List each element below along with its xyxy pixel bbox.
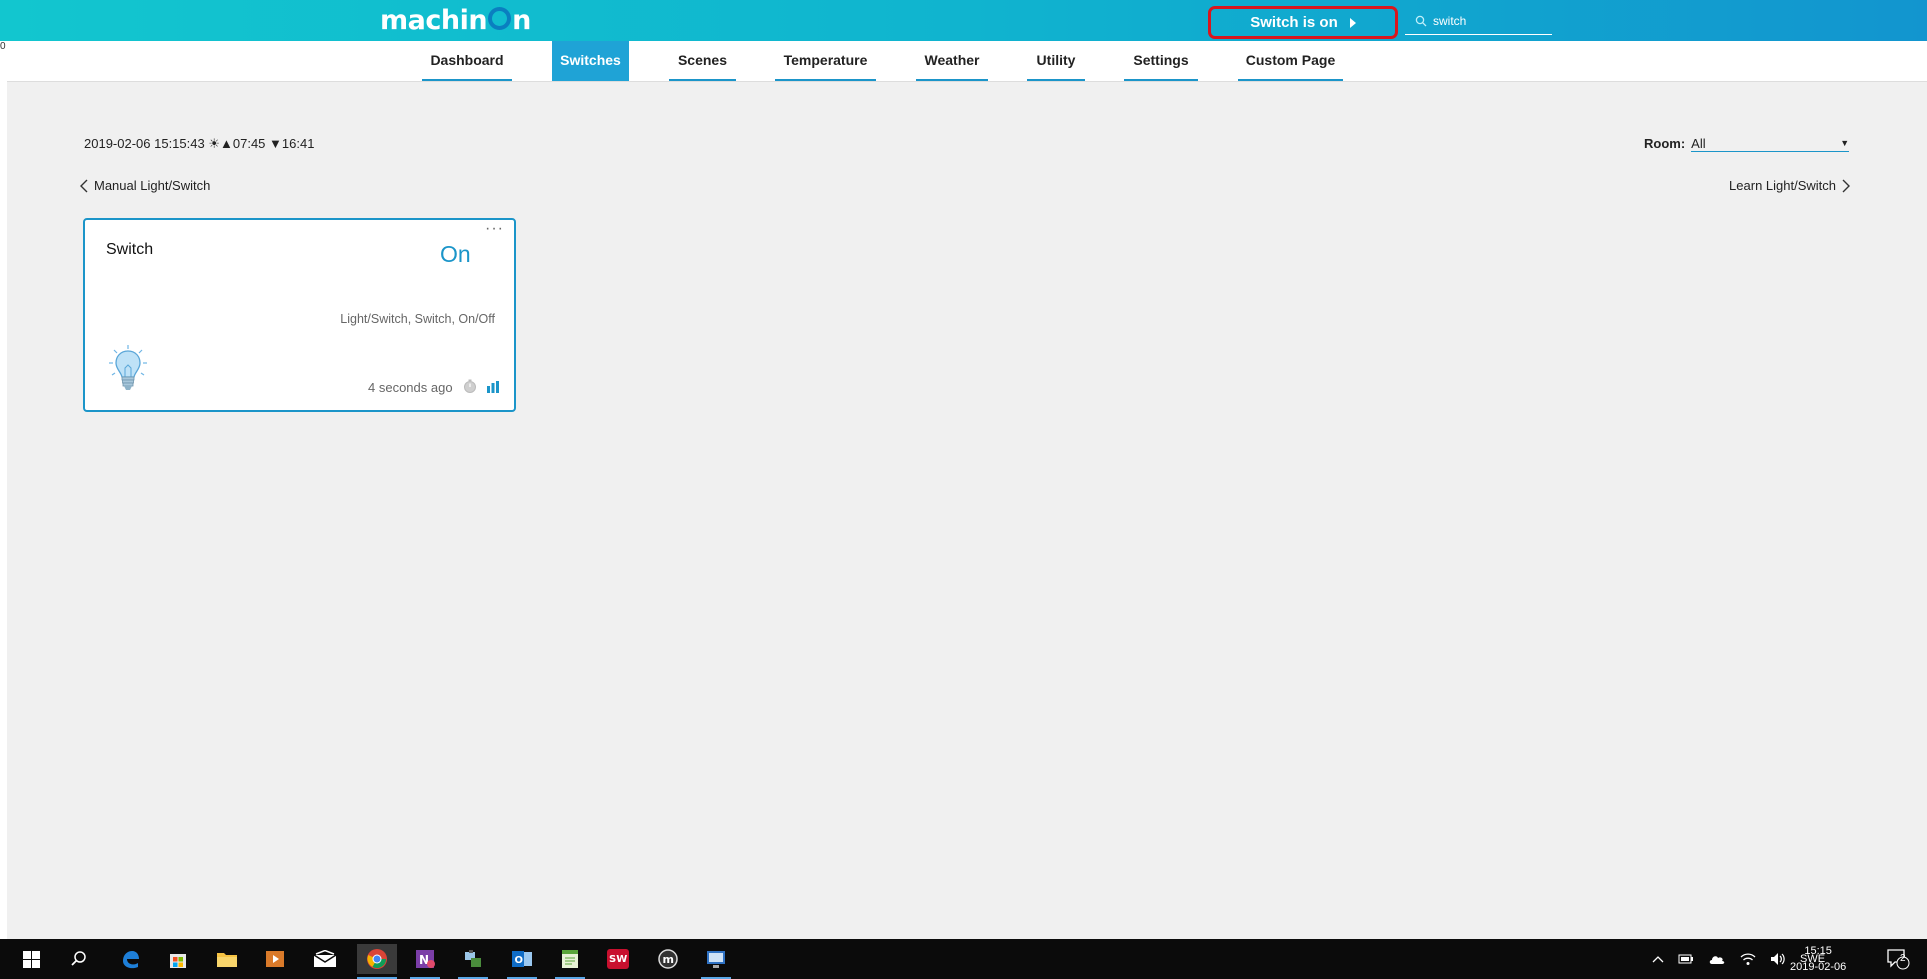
start-button[interactable]: [16, 944, 46, 974]
machinon-app-icon: m: [658, 949, 678, 969]
device-card[interactable]: Switch On ··· Light/Switch, Switch, On/O…: [83, 218, 516, 412]
windows-logo-icon: [22, 950, 40, 968]
battery-icon[interactable]: [1678, 953, 1694, 965]
taskbar-chrome[interactable]: [357, 944, 397, 979]
device-name: Switch: [106, 241, 154, 258]
logo-text-end: n: [512, 5, 531, 36]
log-chart-icon[interactable]: [486, 380, 500, 394]
prev-category-link[interactable]: Manual Light/Switch: [80, 178, 210, 193]
solidworks-icon: SW: [607, 949, 629, 969]
taskbar-notepad-app[interactable]: [555, 944, 585, 979]
device-status[interactable]: On: [440, 241, 471, 268]
tab-custom-page[interactable]: Custom Page: [1238, 41, 1343, 81]
clock-time: 15:15: [1804, 945, 1832, 957]
chevron-right-icon: [1842, 179, 1850, 192]
logo-o-icon: [488, 7, 512, 30]
search-icon: [1415, 15, 1427, 27]
taskbar-search-button[interactable]: [64, 944, 94, 974]
taskbar-file-explorer[interactable]: [212, 944, 242, 974]
tab-temperature[interactable]: Temperature: [775, 41, 876, 81]
svg-text:m: m: [663, 953, 674, 966]
taskbar-app-network[interactable]: [458, 944, 488, 979]
machinon-logo[interactable]: machin n: [380, 6, 531, 36]
action-center-button[interactable]: 2: [1886, 939, 1910, 979]
chevron-up-icon[interactable]: [1652, 955, 1664, 963]
wifi-icon[interactable]: [1740, 952, 1756, 966]
notification-text: Switch is on: [1250, 14, 1338, 31]
tab-dashboard[interactable]: Dashboard: [422, 41, 512, 81]
edge-icon: [123, 951, 139, 969]
search-input[interactable]: [1433, 14, 1543, 28]
media-player-icon: [266, 951, 284, 967]
main-navigation: Dashboard Switches Scenes Temperature We…: [7, 41, 1927, 82]
taskbar-clock[interactable]: 15:15 2019-02-06: [1790, 943, 1846, 975]
light-bulb-icon[interactable]: [108, 344, 148, 392]
room-select-value: All: [1691, 135, 1706, 151]
room-select[interactable]: All ▼: [1691, 135, 1850, 152]
notification-button[interactable]: Switch is on: [1208, 6, 1398, 39]
logo-text: machin: [380, 5, 488, 36]
search-icon: [71, 951, 86, 966]
sunset-time: ▼16:41: [269, 136, 315, 151]
clock-date: 2019-02-06: [1790, 961, 1847, 973]
last-update-time: 4 seconds ago: [368, 380, 453, 395]
svg-text:O: O: [515, 955, 524, 966]
top-bar: machin n Switch is on: [0, 0, 1927, 41]
current-datetime: 2019-02-06 15:15:43: [84, 136, 205, 151]
edge-marker: 0: [0, 41, 6, 52]
tab-utility[interactable]: Utility: [1027, 41, 1085, 81]
tab-settings[interactable]: Settings: [1124, 41, 1198, 81]
taskbar-outlook[interactable]: O: [507, 944, 537, 979]
more-options-icon[interactable]: ···: [485, 220, 504, 238]
play-arrow-icon: [1349, 17, 1356, 28]
sunrise-time: ▲07:45: [220, 136, 266, 151]
taskbar-store[interactable]: [163, 944, 193, 974]
tab-scenes[interactable]: Scenes: [669, 41, 736, 81]
svg-text:SW: SW: [609, 954, 627, 965]
date-time-display: 2019-02-06 15:15:43 ☀▲07:45 ▼16:41: [84, 136, 314, 152]
sun-icon: ☀: [208, 136, 220, 151]
notification-icon: [1887, 949, 1910, 970]
onenote-icon: N: [416, 950, 435, 968]
chrome-icon: [367, 949, 387, 969]
room-label: Room:: [1644, 136, 1686, 151]
notification-count: 2: [1900, 953, 1906, 964]
chevron-left-icon: [80, 179, 88, 192]
notepad-icon: [562, 950, 578, 968]
onedrive-icon[interactable]: [1708, 953, 1726, 965]
outlook-icon: O: [512, 951, 532, 967]
folder-icon: [217, 953, 237, 967]
next-category-link[interactable]: Learn Light/Switch: [1729, 178, 1850, 193]
taskbar-mail[interactable]: [310, 944, 340, 974]
taskbar-machinon-app[interactable]: m: [653, 944, 683, 974]
taskbar-media[interactable]: [260, 944, 290, 974]
windows-taskbar: N O SW m SWE 15:15 2019-02-06 2: [0, 939, 1927, 979]
taskbar-onenote[interactable]: N: [410, 944, 440, 979]
left-edge-strip: 0: [0, 41, 7, 941]
search-box[interactable]: [1405, 8, 1552, 35]
mail-icon: [313, 950, 337, 967]
tab-weather[interactable]: Weather: [916, 41, 988, 81]
store-icon: [170, 954, 186, 968]
tab-switches[interactable]: Switches: [552, 41, 629, 81]
device-types: Light/Switch, Switch, On/Off: [340, 312, 495, 326]
timer-icon[interactable]: [463, 379, 477, 393]
next-category-label: Learn Light/Switch: [1729, 178, 1836, 193]
volume-icon[interactable]: [1770, 952, 1786, 966]
room-filter: Room: All ▼: [1644, 135, 1850, 152]
remote-desktop-icon: [707, 951, 725, 968]
taskbar-edge[interactable]: [115, 944, 145, 974]
taskbar-remote-desktop[interactable]: [701, 944, 731, 979]
dropdown-arrow-icon: ▼: [1840, 138, 1850, 148]
network-app-icon: [465, 950, 481, 967]
taskbar-solidworks[interactable]: SW: [603, 944, 633, 974]
prev-category-label: Manual Light/Switch: [94, 178, 211, 193]
